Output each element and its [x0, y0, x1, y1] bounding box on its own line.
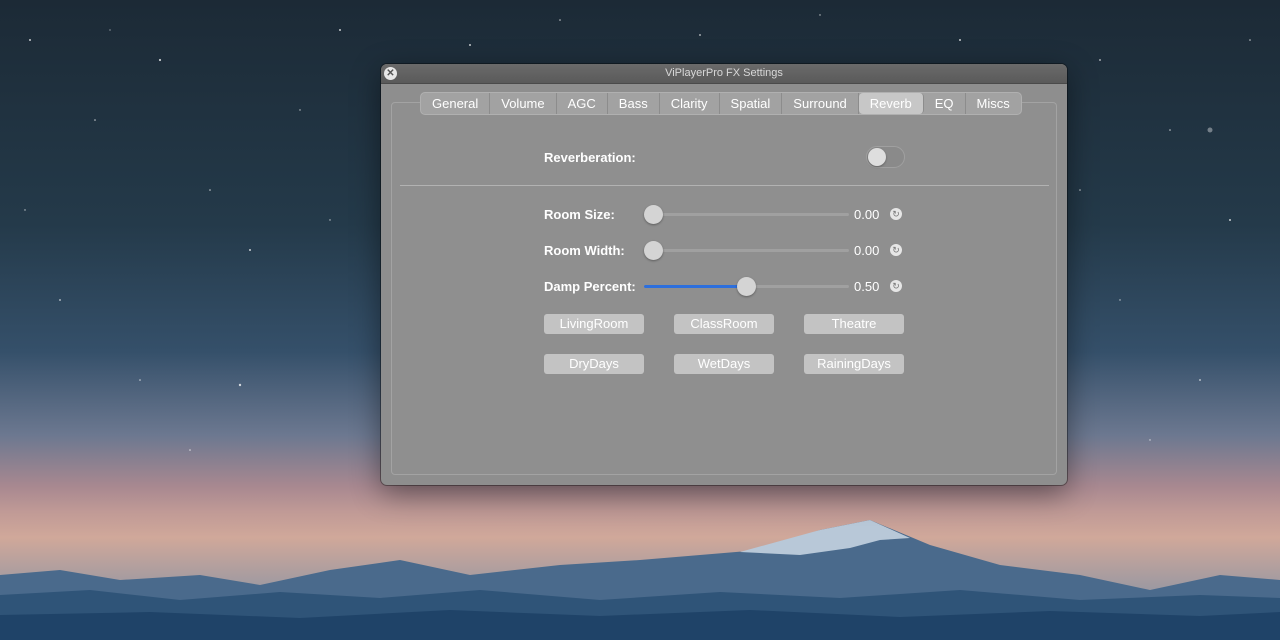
- room-width-reset-icon[interactable]: ↻: [890, 244, 902, 256]
- tab-clarity[interactable]: Clarity: [660, 93, 720, 114]
- room-size-label: Room Size:: [544, 207, 615, 222]
- slider-track: [644, 213, 849, 216]
- preset-theatre-button[interactable]: Theatre: [804, 314, 904, 334]
- divider: [400, 185, 1049, 186]
- slider-thumb[interactable]: [737, 277, 756, 296]
- title-bar[interactable]: ✕ ViPlayerPro FX Settings: [381, 64, 1067, 84]
- tab-surround[interactable]: Surround: [782, 93, 859, 114]
- tab-agc[interactable]: AGC: [557, 93, 608, 114]
- tab-volume[interactable]: Volume: [490, 93, 557, 114]
- room-size-reset-icon[interactable]: ↻: [890, 208, 902, 220]
- tab-bass[interactable]: Bass: [608, 93, 660, 114]
- room-width-slider[interactable]: [644, 240, 849, 260]
- tab-eq[interactable]: EQ: [924, 93, 966, 114]
- damp-percent-reset-icon[interactable]: ↻: [890, 280, 902, 292]
- tab-miscs[interactable]: Miscs: [966, 93, 1021, 114]
- tab-general[interactable]: General: [421, 93, 491, 114]
- room-width-label: Room Width:: [544, 243, 625, 258]
- window-title: ViPlayerPro FX Settings: [665, 67, 783, 79]
- room-size-value: 0.00: [854, 207, 880, 222]
- fx-settings-window: ✕ ViPlayerPro FX Settings General Volume…: [381, 64, 1067, 485]
- reverberation-toggle[interactable]: [866, 146, 905, 168]
- damp-percent-value: 0.50: [854, 279, 880, 294]
- preset-drydays-button[interactable]: DryDays: [544, 354, 644, 374]
- slider-fill: [644, 285, 747, 288]
- preset-rainingdays-button[interactable]: RainingDays: [804, 354, 904, 374]
- tab-bar: General Volume AGC Bass Clarity Spatial …: [420, 92, 1022, 115]
- toggle-knob: [868, 148, 886, 166]
- reverberation-label: Reverberation:: [544, 150, 636, 165]
- room-size-slider[interactable]: [644, 204, 849, 224]
- damp-percent-label: Damp Percent:: [544, 279, 636, 294]
- slider-thumb[interactable]: [644, 205, 663, 224]
- room-width-value: 0.00: [854, 243, 880, 258]
- tab-spatial[interactable]: Spatial: [720, 93, 783, 114]
- preset-wetdays-button[interactable]: WetDays: [674, 354, 774, 374]
- slider-track: [644, 249, 849, 252]
- preset-classroom-button[interactable]: ClassRoom: [674, 314, 774, 334]
- tab-reverb[interactable]: Reverb: [858, 93, 924, 114]
- preset-livingroom-button[interactable]: LivingRoom: [544, 314, 644, 334]
- damp-percent-slider[interactable]: [644, 276, 849, 296]
- slider-thumb[interactable]: [644, 241, 663, 260]
